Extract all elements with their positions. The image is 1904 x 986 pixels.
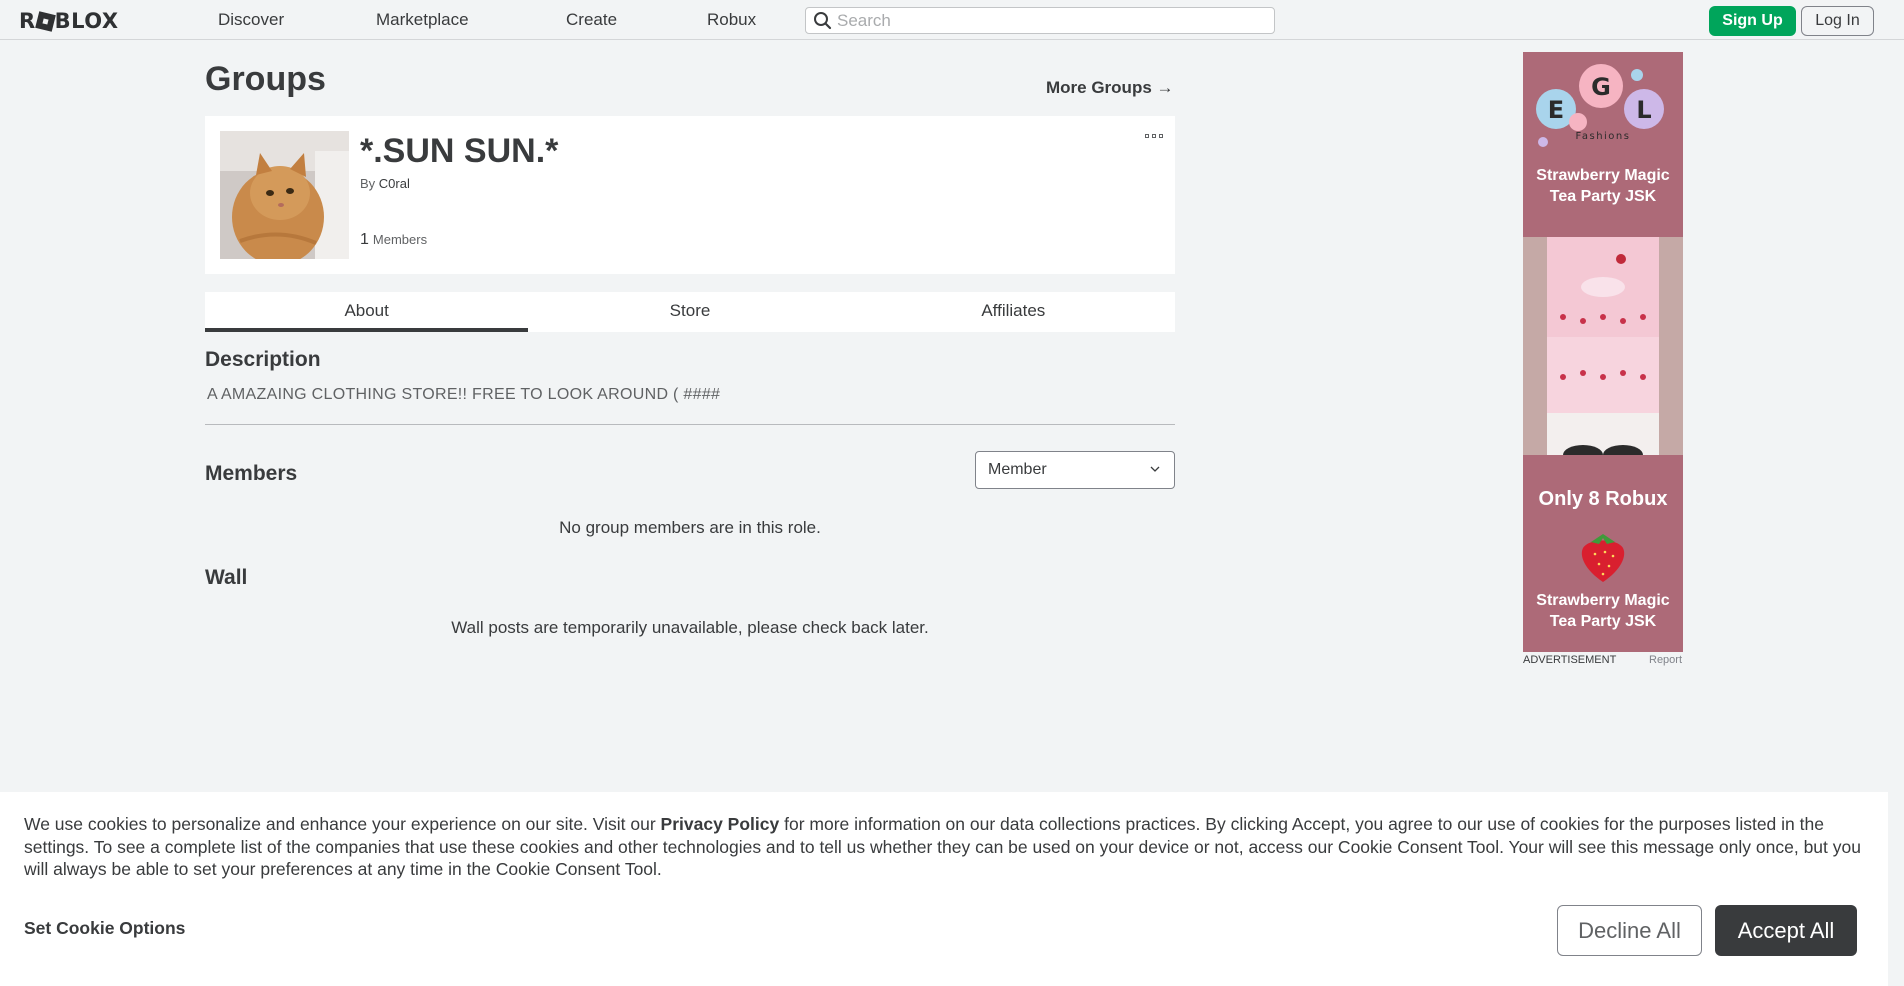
advertisement-label: ADVERTISEMENT (1523, 654, 1617, 666)
group-header-card: *.SUN SUN.* By C0ral 1 Members (205, 116, 1175, 274)
search-input[interactable] (837, 10, 1257, 31)
wall-unavailable-message: Wall posts are temporarily unavailable, … (451, 618, 929, 637)
roblox-logo[interactable]: R BLOX (19, 9, 119, 33)
nav-robux[interactable]: Robux (707, 10, 756, 30)
member-count-label: Members (372, 232, 428, 247)
sign-up-button[interactable]: Sign Up (1709, 6, 1796, 36)
accept-all-button[interactable]: Accept All (1715, 905, 1857, 956)
nav-create[interactable]: Create (566, 10, 617, 30)
group-member-count: 1 Members (360, 231, 427, 249)
members-empty-message: No group members are in this role. (559, 518, 821, 537)
report-ad-link[interactable]: Report (1649, 654, 1682, 666)
dress-image (1523, 237, 1683, 455)
group-thumbnail (220, 131, 349, 259)
description-heading: Description (205, 348, 321, 371)
decline-all-button[interactable]: Decline All (1557, 905, 1702, 956)
cookie-message: We use cookies to personalize and enhanc… (24, 813, 1874, 881)
ad-product-name-bottom: Strawberry Magic Tea Party JSK (1536, 592, 1670, 630)
owner-prefix: By (360, 176, 376, 191)
role-dropdown[interactable]: Member (975, 451, 1175, 489)
more-groups-link[interactable]: More Groups → (1046, 78, 1174, 98)
search-icon (811, 7, 837, 34)
cookie-consent-banner: We use cookies to personalize and enhanc… (0, 792, 1888, 986)
top-navigation: R BLOX Discover Marketplace Create Robux … (0, 0, 1904, 40)
member-count-number: 1 (360, 231, 369, 248)
group-owner: By C0ral (360, 176, 410, 191)
cookie-text-start: We use cookies to personalize and enhanc… (24, 814, 661, 834)
members-heading: Members (205, 462, 298, 485)
ad-price: Only 8 Robux (1538, 488, 1668, 510)
section-divider (205, 424, 1175, 425)
ad-logo-letter: G (1591, 73, 1611, 101)
set-cookie-options-link[interactable]: Set Cookie Options (24, 918, 185, 939)
log-in-button[interactable]: Log In (1801, 6, 1874, 36)
tab-store[interactable]: Store (528, 292, 851, 332)
search-box[interactable] (805, 7, 1275, 34)
more-options-icon[interactable] (1145, 134, 1165, 144)
ad-logo-subtitle: Fashions (1576, 131, 1631, 142)
cat-photo-icon (220, 131, 349, 259)
owner-link[interactable]: C0ral (379, 176, 410, 191)
description-text: A AMAZAING CLOTHING STORE!! FREE TO LOOK… (207, 386, 721, 403)
tab-about[interactable]: About (205, 292, 529, 332)
egl-logo: E G L Fashions (1536, 64, 1664, 147)
strawberry-icon (1581, 534, 1625, 582)
wall-heading: Wall (205, 566, 248, 589)
ad-logo-letter: L (1636, 96, 1651, 124)
group-name: *.SUN SUN.* (360, 132, 559, 170)
ad-product-name-top: Strawberry Magic Tea Party JSK (1536, 167, 1670, 205)
ad-logo-letter: E (1548, 96, 1564, 124)
privacy-policy-link[interactable]: Privacy Policy (661, 814, 780, 834)
role-selected-value: Member (988, 461, 1047, 478)
advertisement-banner[interactable]: E G L Fashions Strawberry Magic Tea Part… (1523, 52, 1683, 652)
chevron-down-icon (1150, 466, 1160, 472)
nav-discover[interactable]: Discover (218, 10, 284, 30)
nav-marketplace[interactable]: Marketplace (376, 10, 469, 30)
tab-affiliates[interactable]: Affiliates (852, 292, 1175, 332)
group-tabs: About Store Affiliates (205, 292, 1175, 332)
page-title: Groups (205, 60, 326, 98)
